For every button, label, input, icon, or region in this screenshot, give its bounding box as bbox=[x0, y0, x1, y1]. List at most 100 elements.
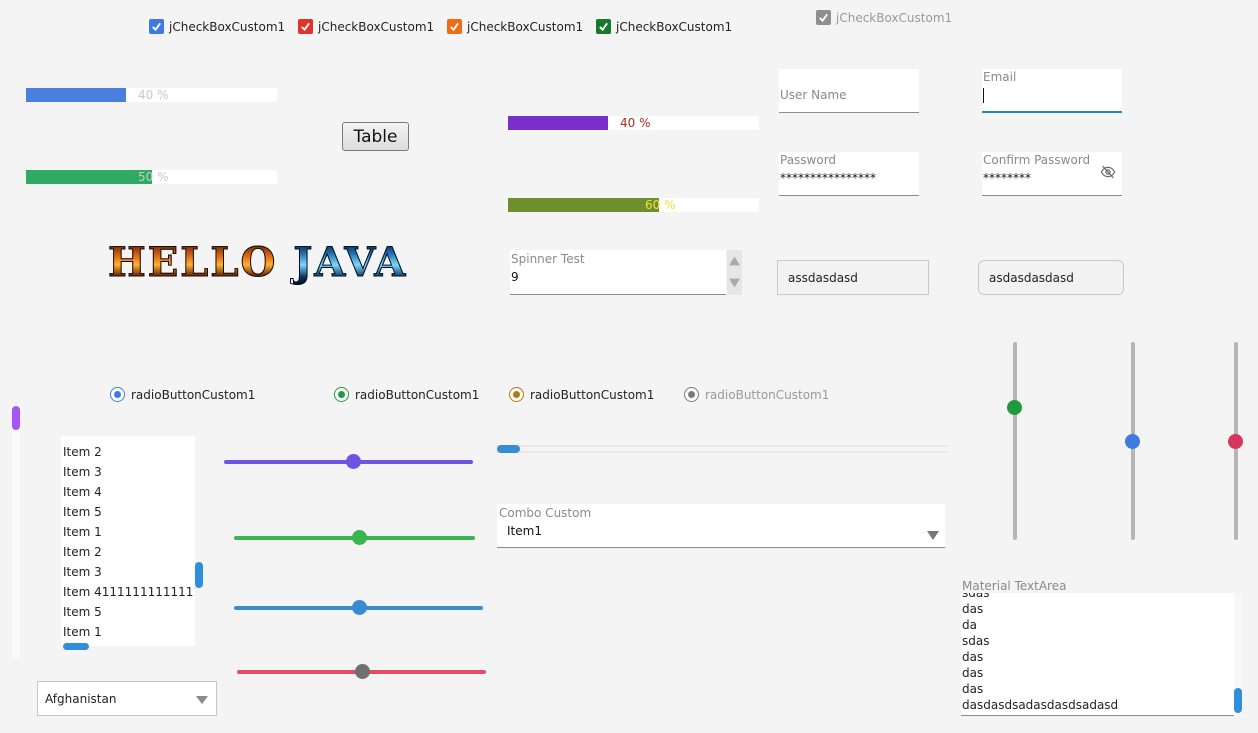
checkbox-1[interactable]: jCheckBoxCustom1 bbox=[149, 19, 285, 34]
slider-blue[interactable] bbox=[234, 600, 483, 616]
vertical-slider-red[interactable] bbox=[1228, 342, 1244, 540]
text-caret bbox=[983, 88, 984, 103]
radio-button-1[interactable]: radioButtonCustom1 bbox=[110, 387, 255, 402]
radio-label: radioButtonCustom1 bbox=[355, 387, 480, 402]
textarea-scroll-thumb[interactable] bbox=[1234, 688, 1242, 713]
checkbox-label: jCheckBoxCustom1 bbox=[169, 19, 286, 34]
checkbox-4[interactable]: jCheckBoxCustom1 bbox=[596, 19, 732, 34]
progress-text: 60 % bbox=[645, 198, 676, 212]
radio-circle-icon bbox=[684, 387, 699, 402]
list-item[interactable]: Item 4 bbox=[61, 482, 195, 502]
radio-label: radioButtonCustom1 bbox=[705, 387, 830, 402]
spinner-field[interactable]: Spinner Test 9 bbox=[510, 250, 726, 295]
vertical-slider-blue[interactable] bbox=[1125, 342, 1141, 540]
thin-blue-slider[interactable] bbox=[496, 444, 947, 454]
thin-slider-thumb[interactable] bbox=[497, 445, 520, 453]
radio-button-4[interactable]: radioButtonCustom1 bbox=[684, 387, 829, 402]
radio-button-3[interactable]: radioButtonCustom1 bbox=[509, 387, 654, 402]
slider-thumb[interactable] bbox=[1228, 434, 1243, 449]
slider-thumb[interactable] bbox=[1125, 434, 1140, 449]
country-select[interactable]: Afghanistan bbox=[37, 681, 217, 716]
combo-label: Combo Custom bbox=[499, 506, 592, 520]
left-scrollbar-thumb[interactable] bbox=[12, 406, 20, 430]
slider-thumb[interactable] bbox=[355, 664, 370, 679]
radio-button-2[interactable]: radioButtonCustom1 bbox=[334, 387, 479, 402]
list-item[interactable]: Item 3 bbox=[61, 562, 195, 582]
list-item[interactable]: Item 5 bbox=[61, 502, 195, 522]
slider-thumb[interactable] bbox=[352, 530, 367, 545]
eye-hidden-icon[interactable] bbox=[1098, 164, 1118, 180]
list-vscroll-thumb[interactable] bbox=[195, 562, 203, 588]
slider-green[interactable] bbox=[234, 530, 475, 546]
checkmark-icon bbox=[447, 19, 462, 34]
slider-thumb[interactable] bbox=[1007, 400, 1022, 415]
material-textarea[interactable]: sdas das da sdas das das das dasdasdsadasdasdsa… bbox=[961, 593, 1234, 716]
radio-circle-icon bbox=[110, 387, 125, 402]
slider-thumb[interactable] bbox=[346, 454, 361, 469]
textarea-line: das bbox=[962, 602, 984, 616]
list-item[interactable]: Item 5 bbox=[61, 602, 195, 622]
country-dropdown-arrow-icon[interactable] bbox=[195, 694, 209, 704]
spinner-label: Spinner Test bbox=[511, 252, 585, 266]
textarea-line: das bbox=[962, 650, 984, 664]
list-vertical-scrollbar[interactable] bbox=[195, 436, 203, 646]
list-item[interactable]: Item 3 bbox=[61, 462, 195, 482]
spinner-buttons bbox=[727, 250, 742, 295]
email-label: Email bbox=[983, 70, 1017, 84]
slider-red[interactable] bbox=[237, 664, 486, 680]
list-item[interactable]: Item 2 bbox=[61, 542, 195, 562]
spinner-down-arrow-icon[interactable] bbox=[728, 275, 741, 291]
slider-track bbox=[1013, 342, 1017, 540]
progress-bar-1: 40 % bbox=[26, 88, 277, 102]
slider-thumb[interactable] bbox=[352, 600, 367, 615]
textarea-label: Material TextArea bbox=[962, 579, 1067, 593]
list-item[interactable]: Item 1 bbox=[61, 522, 195, 542]
slider-purple[interactable] bbox=[224, 454, 473, 470]
progress-fill bbox=[508, 116, 608, 130]
list-item[interactable]: Item 2 bbox=[61, 442, 195, 462]
username-field[interactable]: User Name bbox=[779, 69, 919, 113]
textarea-scrollbar[interactable] bbox=[1234, 593, 1242, 716]
country-select-value: Afghanistan bbox=[45, 691, 117, 706]
password-value: **************** bbox=[780, 171, 876, 185]
list-hscroll-thumb[interactable] bbox=[63, 643, 89, 650]
rounded-text-field[interactable]: asdasdasdasd bbox=[978, 260, 1124, 295]
list-item[interactable]: Item 41111111111111111 bbox=[61, 582, 195, 602]
radio-circle-icon bbox=[334, 387, 349, 402]
confirm-password-label: Confirm Password bbox=[983, 153, 1091, 167]
list-horizontal-scrollbar[interactable] bbox=[61, 643, 198, 650]
spinner-up-arrow-icon[interactable] bbox=[728, 253, 741, 269]
table-button[interactable]: Table bbox=[342, 122, 409, 151]
progress-fill bbox=[508, 198, 659, 212]
checkbox-label: jCheckBoxCustom1 bbox=[836, 10, 953, 25]
confirm-password-field[interactable]: Confirm Password ******** bbox=[982, 152, 1122, 196]
textarea-line: da bbox=[962, 618, 977, 632]
progress-bar-4: 60 % bbox=[508, 198, 759, 212]
password-field[interactable]: Password **************** bbox=[779, 152, 919, 196]
combo-custom[interactable]: Combo Custom Item1 bbox=[497, 504, 945, 548]
checkbox-label: jCheckBoxCustom1 bbox=[467, 19, 584, 34]
flat-text-field[interactable]: assdasdasd bbox=[777, 260, 929, 295]
item-list[interactable]: Item 2 Item 3 Item 4 Item 5 Item 1 Item 2 Item… bbox=[61, 436, 198, 646]
email-field[interactable]: Email bbox=[982, 69, 1122, 113]
progress-fill bbox=[26, 170, 152, 184]
textarea-line: das bbox=[962, 666, 984, 680]
vertical-slider-green[interactable] bbox=[1007, 342, 1023, 540]
combo-dropdown-arrow-icon[interactable] bbox=[926, 529, 940, 541]
checkbox-3[interactable]: jCheckBoxCustom1 bbox=[447, 19, 583, 34]
progress-text: 40 % bbox=[138, 88, 169, 102]
checkbox-label: jCheckBoxCustom1 bbox=[616, 19, 733, 34]
checkbox-2[interactable]: jCheckBoxCustom1 bbox=[298, 19, 434, 34]
radio-label: radioButtonCustom1 bbox=[131, 387, 256, 402]
progress-bar-3: 40 % bbox=[508, 116, 759, 130]
combo-value: Item1 bbox=[507, 524, 542, 538]
left-vertical-scrollbar[interactable] bbox=[12, 404, 20, 658]
username-label: User Name bbox=[780, 88, 847, 102]
checkbox-label: jCheckBoxCustom1 bbox=[318, 19, 435, 34]
progress-bar-2: 50 % bbox=[26, 170, 277, 184]
progress-text: 40 % bbox=[620, 116, 651, 130]
list-item[interactable]: Item 1 bbox=[61, 622, 195, 642]
textarea-line: dasdasdsadasdasdsadasd bbox=[962, 698, 1119, 712]
checkbox-5[interactable]: jCheckBoxCustom1 bbox=[816, 10, 952, 25]
checkmark-icon bbox=[298, 19, 313, 34]
